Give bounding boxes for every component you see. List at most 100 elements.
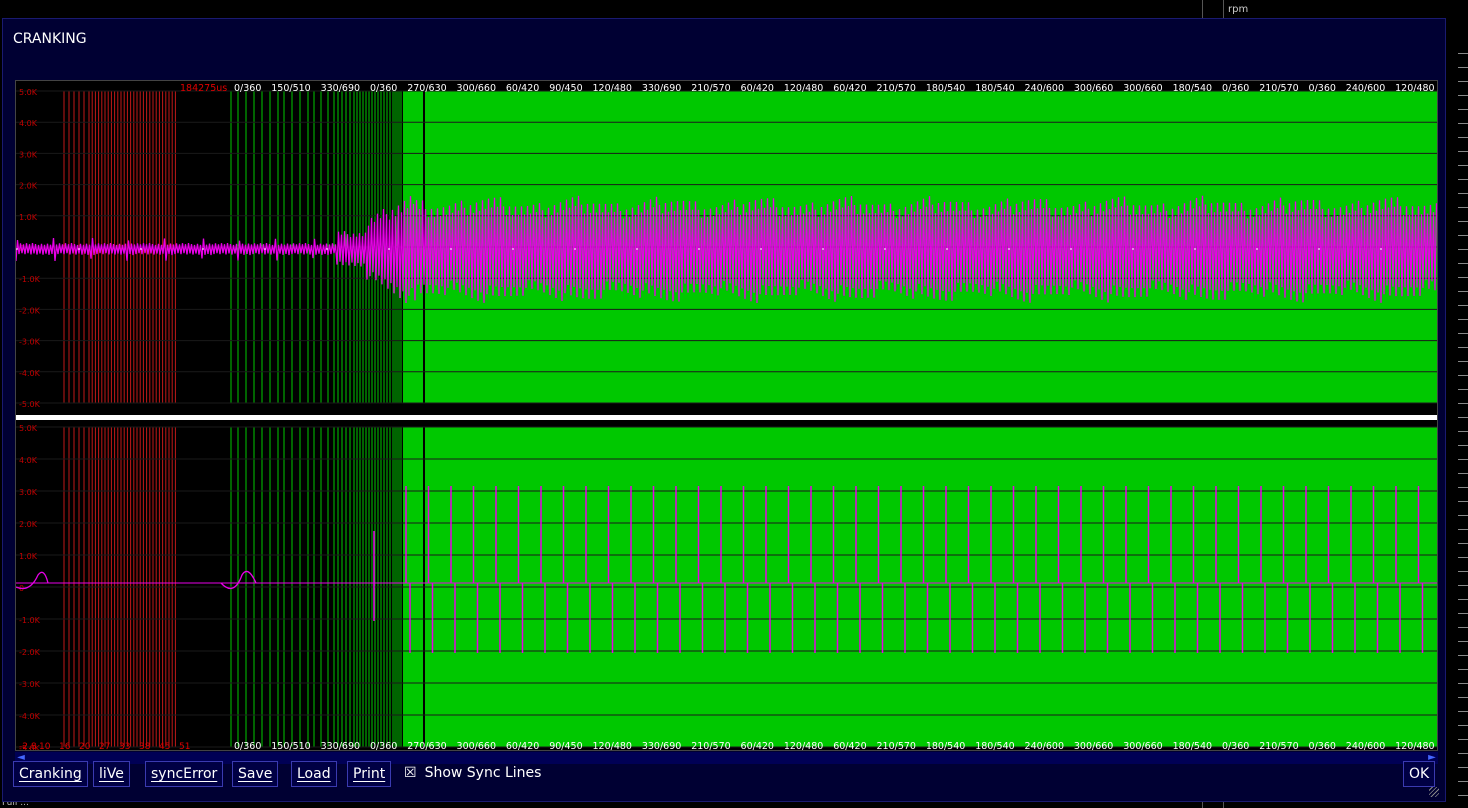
sync-label-top: 300/660 (1123, 83, 1162, 94)
time-tick-label: 45 (159, 742, 170, 750)
y-tick-label: 4.0K (19, 119, 38, 128)
sync-label-bottom: 60/420 (741, 741, 774, 750)
time-tick-label: 27 (99, 742, 110, 750)
sync-label-bottom: 270/630 (407, 741, 446, 750)
sync-label-bottom: 330/690 (321, 741, 360, 750)
sync-label-top: 180/540 (975, 83, 1014, 94)
y-tick-label: -4.0K (19, 369, 41, 378)
sync-label-bottom: 0/360 (370, 741, 397, 750)
sync-label-bottom: 210/570 (691, 741, 730, 750)
print-button[interactable]: Print (347, 761, 392, 787)
show-sync-lines-label: Show Sync Lines (424, 765, 542, 781)
y-tick-label: 1.0K (19, 213, 38, 222)
sync-label-top: 180/540 (926, 83, 965, 94)
load-button[interactable]: Load (291, 761, 337, 787)
time-marker-label: 184275us (180, 83, 227, 94)
sync-label-top: 300/660 (1074, 83, 1113, 94)
sync-label-top: 330/690 (642, 83, 681, 94)
y-tick-label: -2.0K (19, 648, 41, 657)
sync-label-top: 120/480 (1395, 83, 1434, 94)
save-button[interactable]: Save (232, 761, 279, 787)
sync-label-top: 210/570 (1259, 83, 1298, 94)
y-tick-label: -5.0K (19, 400, 41, 409)
sync-label-top: 0/360 (1309, 83, 1336, 94)
trigger-scope-plot[interactable]: 5.0K 4.0K 3.0K 2.0K 1.0K 0 -1.0K -2.0K -3.0K -4.0… (15, 80, 1438, 751)
sync-label-bottom: 180/540 (975, 741, 1014, 750)
resize-grip-icon[interactable] (1429, 787, 1439, 797)
cranking-window: CRANKING 5.0K 4.0K 3.0K 2.0K 1.0K 0 -1.0K -2.0K… (2, 18, 1446, 802)
checkbox-checked-icon[interactable]: ☒ (404, 765, 417, 781)
sync-label-bottom: 300/660 (1123, 741, 1162, 750)
sync-label-top: 240/600 (1346, 83, 1385, 94)
scope-svg: 5.0K4.0K3.0K2.0K1.0K0-1.0K-2.0K-3.0K-4.0… (16, 83, 1437, 750)
y-tick-label: 2.0K (19, 520, 38, 529)
y-tick-label: 5.0K (19, 88, 38, 97)
y-tick-label: -1.0K (19, 616, 41, 625)
sync-label-top: 0/360 (1222, 83, 1249, 94)
sync-label-bottom: 120/480 (784, 741, 823, 750)
cranking-button[interactable]: Cranking (13, 761, 88, 787)
time-tick-label: 51 (179, 742, 190, 750)
sync-label-bottom: 120/480 (1395, 741, 1434, 750)
sync-label-bottom: 330/690 (642, 741, 681, 750)
panel-separator (16, 403, 1437, 417)
sync-label-top: 60/420 (833, 83, 866, 94)
sync-label-bottom: 240/600 (1025, 741, 1064, 750)
y-tick-label: -3.0K (19, 680, 41, 689)
y-tick-label: 5.0K (19, 424, 38, 433)
y-tick-label: -3.0K (19, 338, 41, 347)
y-tick-label: 3.0K (19, 150, 38, 159)
sync-label-top: 60/420 (741, 83, 774, 94)
sync-error-button[interactable]: syncError (145, 761, 224, 787)
sync-label-top: 270/630 (407, 83, 446, 94)
sync-label-bottom: 210/570 (877, 741, 916, 750)
sync-label-top: 210/570 (691, 83, 730, 94)
sync-label-bottom: 0/360 (1222, 741, 1249, 750)
sync-label-top: 60/420 (506, 83, 539, 94)
sync-label-top: 0/360 (234, 83, 261, 94)
sync-label-bottom: 0/360 (234, 741, 261, 750)
sync-label-top: 180/540 (1173, 83, 1212, 94)
background-ruler (1458, 40, 1468, 800)
sync-label-top: 240/600 (1025, 83, 1064, 94)
time-tick-label: 16 (59, 742, 71, 750)
sync-label-bottom: 60/420 (506, 741, 539, 750)
sync-label-bottom: 300/660 (1074, 741, 1113, 750)
y-tick-label: 4.0K (19, 456, 38, 465)
sync-label-top: 90/450 (549, 83, 582, 94)
separator-bar (16, 415, 1437, 420)
sync-label-bottom: 0/360 (1309, 741, 1336, 750)
sync-label-top: 330/690 (321, 83, 360, 94)
sync-label-top: 300/660 (457, 83, 496, 94)
y-tick-label: -4.0K (19, 712, 41, 721)
time-tick-label: -2.8 (19, 742, 37, 750)
toolbar: Cranking liVe syncError Save Load Print … (11, 761, 1439, 797)
ok-button[interactable]: OK (1403, 761, 1436, 787)
show-sync-lines-checkbox[interactable]: ☒ Show Sync Lines (404, 765, 541, 781)
sync-label-bottom: 60/420 (833, 741, 866, 750)
sync-label-bottom: 180/540 (1173, 741, 1212, 750)
sync-label-bottom: 210/570 (1259, 741, 1298, 750)
live-button[interactable]: liVe (93, 761, 130, 787)
sync-label-bottom: 180/540 (926, 741, 965, 750)
time-tick-label: 10 (39, 742, 51, 750)
sync-label-top: 150/510 (271, 83, 310, 94)
y-tick-label: 3.0K (19, 488, 38, 497)
sync-label-top: 120/480 (593, 83, 632, 94)
sync-label-bottom: 300/660 (457, 741, 496, 750)
time-tick-label: 33 (119, 742, 130, 750)
sync-label-top: 120/480 (784, 83, 823, 94)
background-rpm-label: rpm (1228, 4, 1249, 15)
time-tick-label: 38 (139, 742, 151, 750)
sync-label-bottom: 240/600 (1346, 741, 1385, 750)
y-tick-label: 1.0K (19, 552, 38, 561)
sync-label-bottom: 120/480 (593, 741, 632, 750)
sync-label-top: 0/360 (370, 83, 397, 94)
sync-label-bottom: 90/450 (549, 741, 582, 750)
y-tick-label: 2.0K (19, 182, 38, 191)
y-tick-label: -2.0K (19, 306, 41, 315)
time-tick-label: 20 (79, 742, 91, 750)
window-title: CRANKING (13, 31, 87, 47)
sync-label-bottom: 150/510 (271, 741, 310, 750)
y-tick-label: -1.0K (19, 275, 41, 284)
